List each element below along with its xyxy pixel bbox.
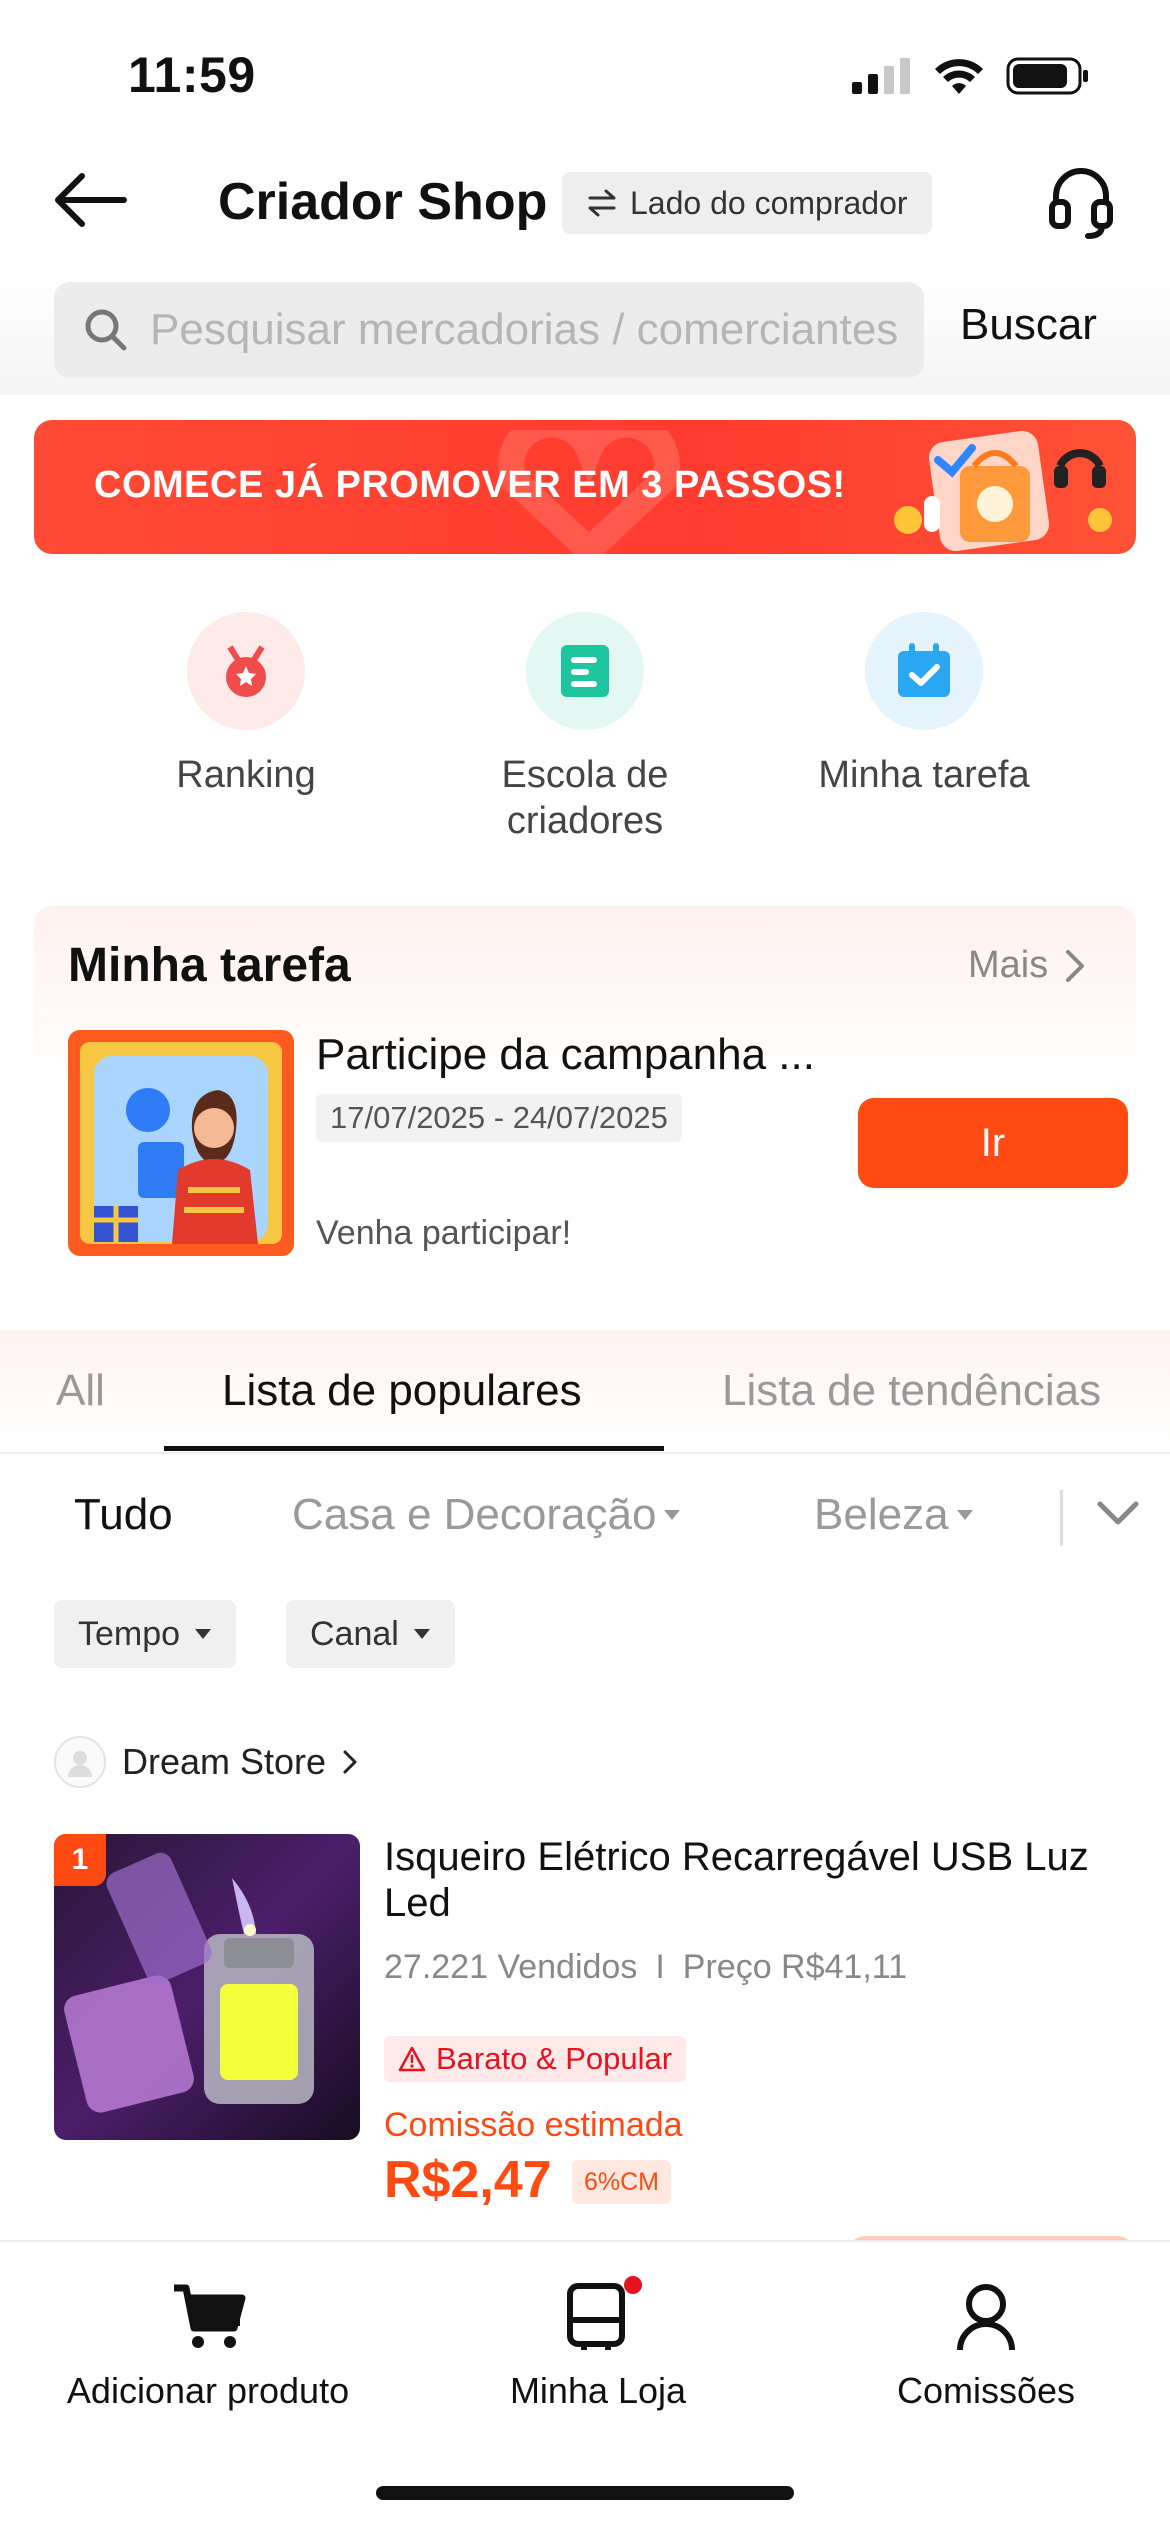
battery-icon [1006, 57, 1088, 95]
task-section-title: Minha tarefa [68, 939, 351, 992]
more-label: Mais [968, 944, 1049, 986]
rank-badge: 1 [54, 1834, 106, 1886]
quick-action-ranking[interactable]: Ranking [96, 612, 396, 798]
search-icon [85, 309, 127, 351]
back-button[interactable] [50, 160, 140, 240]
wifi-icon [935, 59, 983, 94]
banner-text: COMECE JÁ PROMOVER EM 3 PASSOS! [94, 464, 846, 506]
expand-categories-button[interactable] [1096, 1498, 1140, 1533]
book-icon [561, 645, 609, 697]
category-all[interactable]: Tudo [74, 1490, 173, 1540]
store-icon [567, 2283, 625, 2350]
store-avatar [54, 1736, 106, 1788]
product-price: Preço R$41,11 [682, 1948, 908, 1986]
stats-separator: I [655, 1948, 665, 1986]
search-box[interactable] [54, 282, 924, 378]
nav-label: Adicionar produto [66, 2370, 350, 2411]
units-sold: 27.221 Vendidos [384, 1948, 638, 1986]
home-indicator [376, 2486, 794, 2500]
commission-rate: 6%CM [572, 2160, 672, 2204]
search-button[interactable]: Buscar [960, 300, 1097, 350]
chevron-down-icon [1097, 1501, 1139, 1525]
headset-icon [1049, 168, 1113, 239]
category-home-decor[interactable]: Casa e Decoração [292, 1490, 682, 1540]
category-beauty[interactable]: Beleza [814, 1490, 975, 1540]
arrow-left-icon [55, 173, 127, 227]
swap-icon [588, 189, 616, 217]
campaign-description: Venha participar! [316, 1214, 572, 1252]
commission-label: Comissão estimada [384, 2106, 683, 2144]
category-label: Beleza [814, 1490, 949, 1539]
ranking-icon-circle [187, 612, 305, 730]
campaign-date: 17/07/2025 - 24/07/2025 [316, 1094, 682, 1142]
promo-banner[interactable]: COMECE JÁ PROMOVER EM 3 PASSOS! [34, 420, 1136, 554]
customer-service-button[interactable] [1046, 164, 1116, 240]
caret-down-icon [195, 1629, 212, 1639]
status-time: 11:59 [128, 47, 256, 103]
calendar-check-icon [898, 643, 950, 697]
category-label: Casa e Decoração [292, 1490, 657, 1539]
go-button[interactable]: Ir [858, 1098, 1128, 1188]
cart-icon [174, 2284, 246, 2348]
product-tag-label: Barato & Popular [436, 2041, 673, 2076]
caret-down-icon [664, 1510, 681, 1520]
buyer-side-switch[interactable]: Lado do comprador [562, 172, 932, 234]
commission-value: R$2,47 [384, 2151, 552, 2209]
user-icon [957, 2284, 1015, 2351]
tab-trending[interactable]: Lista de tendências [722, 1366, 1101, 1416]
notification-dot [624, 2276, 642, 2294]
quick-action-label: Minha tarefa [818, 754, 1030, 796]
active-tab-indicator [164, 1446, 664, 1451]
search-input[interactable] [150, 305, 900, 355]
quick-action-my-task[interactable]: Minha tarefa [774, 612, 1074, 798]
store-row[interactable]: Dream Store [54, 1736, 358, 1788]
quick-action-label: Ranking [176, 754, 316, 796]
chevron-right-icon [343, 1750, 357, 1774]
store-name: Dream Store [122, 1741, 327, 1782]
buyer-side-label: Lado do comprador [630, 184, 908, 221]
quick-action-creator-school[interactable]: Escola de criadores [435, 612, 735, 844]
filter-channel[interactable]: Canal [286, 1600, 455, 1668]
nav-my-store[interactable]: Minha Loja [398, 2276, 798, 2412]
quick-action-label: Escola de criadores [501, 754, 669, 842]
quick-actions-card: Ranking Escola de criadores Minha tarefa [34, 584, 1136, 878]
product-name[interactable]: Isqueiro Elétrico Recarregável USB Luz L… [384, 1834, 1144, 1926]
nav-label: Comissões [896, 2370, 1076, 2411]
campaign-image[interactable] [68, 1030, 294, 1256]
status-icons [850, 56, 1090, 96]
user-placeholder-icon [68, 1751, 92, 1777]
signal-icon [852, 58, 910, 94]
nav-add-product[interactable]: Adicionar produto [8, 2282, 408, 2412]
warning-icon [398, 2046, 426, 2072]
caret-down-icon [413, 1629, 430, 1639]
category-divider [1060, 1490, 1063, 1546]
medal-icon [226, 645, 266, 697]
task-more-link[interactable]: Mais [968, 944, 1086, 987]
nav-label: Minha Loja [509, 2370, 687, 2411]
tab-all[interactable]: All [56, 1366, 105, 1416]
filter-label: Canal [310, 1614, 399, 1653]
chevron-right-icon [1066, 949, 1085, 982]
campaign-name[interactable]: Participe da campanha ... [316, 1030, 856, 1080]
school-icon-circle [526, 612, 644, 730]
filter-time[interactable]: Tempo [54, 1600, 237, 1668]
task-icon-circle [865, 612, 983, 730]
product-tag: Barato & Popular [384, 2036, 687, 2082]
store-icon-wrap [560, 2276, 642, 2352]
caret-down-icon [956, 1510, 973, 1520]
my-task-card: Minha tarefa Mais Participe da campanha … [34, 906, 1136, 1300]
page-title: Criador Shop [218, 173, 548, 231]
tab-popular[interactable]: Lista de populares [222, 1366, 582, 1416]
filter-label: Tempo [78, 1614, 181, 1653]
nav-commissions[interactable]: Comissões [786, 2282, 1170, 2412]
ranking-tabs: All Lista de populares Lista de tendênci… [0, 1330, 1170, 1454]
product-stats: 27.221 Vendidos I Preço R$41,11 [384, 1948, 907, 1987]
shopping-bag-illustration [894, 430, 1112, 552]
campaign-illustration [68, 1030, 294, 1256]
